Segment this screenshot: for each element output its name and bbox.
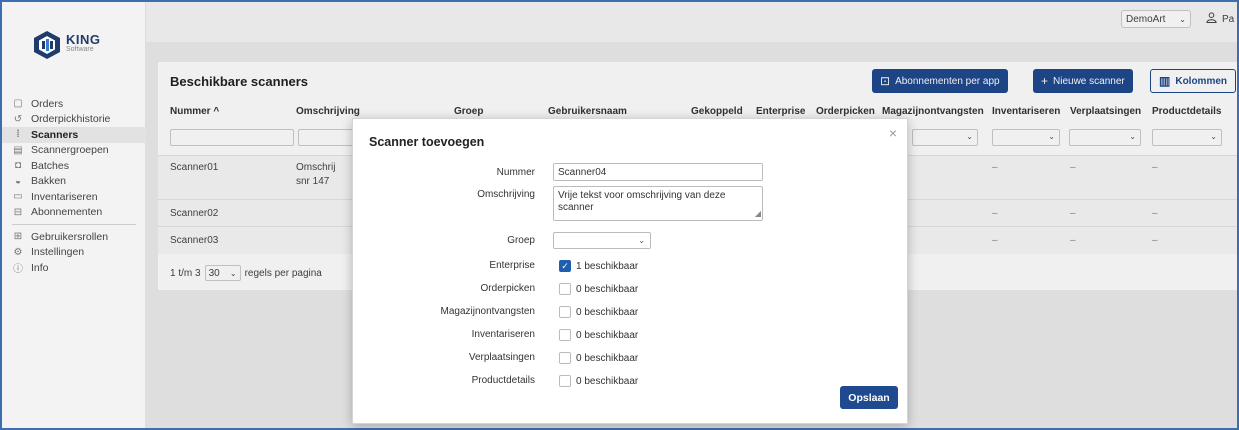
brand-name: KING	[66, 32, 101, 47]
license-label-productdetails: Productdetails	[471, 375, 535, 386]
license-productdetails[interactable]: 0 beschikbaar	[559, 375, 638, 387]
sidebar-item-inventariseren[interactable]: ▭ Inventariseren	[2, 189, 146, 205]
license-label-orderpicken: Orderpicken	[480, 283, 535, 294]
sidebar-item-label: Orderpickhistorie	[31, 113, 111, 126]
license-label-enterprise: Enterprise	[489, 260, 535, 271]
license-availability: 1 beschikbaar	[576, 260, 639, 272]
license-availability: 0 beschikbaar	[576, 329, 639, 341]
info-icon: ⓘ	[13, 264, 23, 276]
sidebar-item-scannergroepen[interactable]: ▤ Scannergroepen	[2, 143, 146, 159]
nummer-label: Nummer	[496, 167, 535, 178]
subscription-icon: ⊟	[13, 206, 23, 218]
sidebar-item-label: Scannergroepen	[31, 144, 109, 157]
sidebar-item-bakken[interactable]: ◒ Bakken	[2, 174, 146, 190]
license-label-verplaatsingen: Verplaatsingen	[468, 352, 535, 363]
inventory-icon: ▭	[13, 191, 23, 203]
save-button[interactable]: Opslaan	[840, 386, 898, 409]
batch-icon: ◘	[14, 160, 22, 172]
sidebar-item-orderpickhistorie[interactable]: ↺ Orderpickhistorie	[2, 112, 146, 128]
license-availability: 0 beschikbaar	[576, 283, 639, 295]
logo: KING Software	[32, 30, 101, 60]
resize-handle-icon[interactable]: ◢	[755, 208, 761, 220]
checkbox[interactable]	[559, 375, 571, 387]
sidebar-item-gebruikersrollen[interactable]: ⊞ Gebruikersrollen	[2, 229, 146, 245]
checkbox-checked[interactable]: ✓	[559, 260, 571, 272]
checkbox[interactable]	[559, 329, 571, 341]
document-icon: ▢	[13, 98, 23, 110]
license-label-inventariseren: Inventariseren	[471, 329, 535, 340]
sidebar-item-label: Inventariseren	[31, 190, 98, 203]
settings-icon: ⚙	[13, 246, 23, 258]
sidebar-item-abonnementen[interactable]: ⊟ Abonnementen	[2, 205, 146, 221]
add-scanner-dialog: Scanner toevoegen × Nummer Scanner04 Oms…	[352, 118, 908, 424]
sidebar-item-orders[interactable]: ▢ Orders	[2, 96, 146, 112]
checkbox[interactable]	[559, 352, 571, 364]
history-icon: ↺	[13, 113, 23, 125]
omschrijving-field[interactable]: Vrije tekst voor omschrijving van deze s…	[553, 186, 763, 221]
sidebar-item-label: Instellingen	[31, 246, 85, 259]
sidebar-item-batches[interactable]: ◘ Batches	[2, 158, 146, 174]
sidebar-item-scanners[interactable]: ⁞ Scanners	[2, 127, 146, 143]
sidebar-item-label: Gebruikersrollen	[31, 230, 109, 243]
license-availability: 0 beschikbaar	[576, 352, 639, 364]
checkbox[interactable]	[559, 306, 571, 318]
sidebar-divider	[12, 224, 136, 225]
license-enterprise[interactable]: ✓ 1 beschikbaar	[559, 260, 638, 272]
nummer-field[interactable]: Scanner04	[553, 163, 763, 181]
license-availability: 0 beschikbaar	[576, 375, 639, 387]
sidebar-item-label: Orders	[31, 97, 64, 110]
omschrijving-label: Omschrijving	[477, 189, 535, 200]
bin-icon: ◒	[14, 175, 22, 187]
checkbox[interactable]	[559, 283, 571, 295]
license-label-magazijnontvangsten: Magazijnontvangsten	[440, 306, 535, 317]
group-icon: ▤	[13, 144, 23, 156]
sidebar-item-instellingen[interactable]: ⚙ Instellingen	[2, 245, 146, 261]
sidebar-item-label: Scanners	[31, 128, 79, 141]
groep-select[interactable]: ⌄	[553, 232, 651, 249]
sidebar-item-label: Batches	[31, 159, 69, 172]
license-magazijnontvangsten[interactable]: 0 beschikbaar	[559, 306, 638, 318]
users-icon: ⊞	[13, 231, 23, 243]
king-logo-icon	[34, 31, 60, 59]
chevron-down-icon: ⌄	[638, 236, 645, 245]
sidebar-item-info[interactable]: ⓘ Info	[2, 260, 146, 276]
sidebar-item-label: Bakken	[31, 175, 67, 188]
groep-label: Groep	[507, 235, 535, 246]
license-inventariseren[interactable]: 0 beschikbaar	[559, 329, 638, 341]
license-availability: 0 beschikbaar	[576, 306, 639, 318]
license-verplaatsingen[interactable]: 0 beschikbaar	[559, 352, 638, 364]
sidebar-nav: ▢ Orders ↺ Orderpickhistorie ⁞ Scanners ▤ Sc…	[2, 96, 146, 276]
sidebar-item-label: Info	[31, 261, 49, 274]
license-orderpicken[interactable]: 0 beschikbaar	[559, 283, 638, 295]
dialog-title: Scanner toevoegen	[369, 135, 485, 149]
close-icon[interactable]: ×	[889, 125, 897, 141]
barcode-icon: ⁞	[16, 129, 20, 141]
sidebar: KING Software ▢ Orders ↺ Orderpickhistorie…	[2, 2, 146, 428]
omschrijving-value: Vrije tekst voor omschrijving van deze s…	[558, 190, 726, 213]
sidebar-item-label: Abonnementen	[31, 206, 103, 219]
